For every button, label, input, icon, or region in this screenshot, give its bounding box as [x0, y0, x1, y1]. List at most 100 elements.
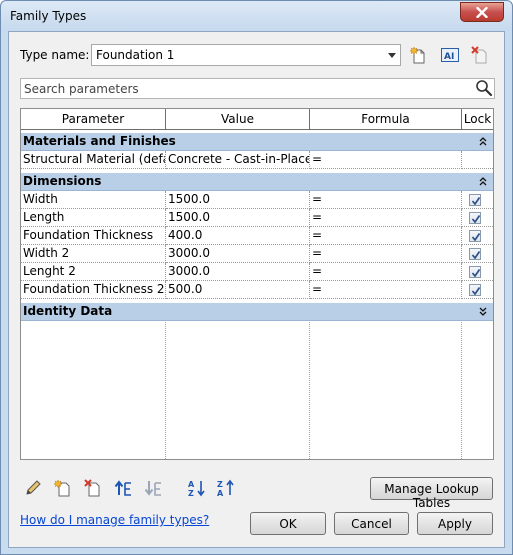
table-row: Lenght 2 3000.0 = [21, 263, 493, 281]
table-row: Length 1500.0 = [21, 209, 493, 227]
family-types-dialog: Family Types Type name: Foundation 1 AI [0, 0, 513, 555]
edit-parameter-button[interactable] [23, 478, 43, 498]
svg-text:A: A [188, 480, 195, 489]
manage-lookup-tables-button[interactable]: Manage Lookup Tables [370, 477, 493, 510]
pencil-icon [26, 480, 41, 495]
new-type-button[interactable] [409, 45, 429, 65]
chevron-down-icon [388, 53, 396, 58]
group-materials-and-finishes[interactable]: Materials and Finishes [21, 133, 493, 151]
move-parameter-down-button[interactable] [143, 478, 163, 498]
parameter-formula[interactable]: = [310, 263, 462, 281]
table-row: Structural Material (default) Concrete -… [21, 151, 493, 169]
group-dimensions[interactable]: Dimensions [21, 173, 493, 191]
close-icon [476, 6, 488, 18]
parameter-value[interactable]: 3000.0 [166, 263, 310, 281]
parameter-value[interactable]: 1500.0 [166, 209, 310, 227]
apply-button[interactable]: Apply [417, 512, 493, 535]
check-icon [471, 233, 481, 242]
parameters-grid: Parameter Value Formula Lock Materials a… [20, 108, 494, 460]
parameter-name: Width 2 [21, 245, 166, 263]
group-label: Materials and Finishes [23, 134, 176, 148]
column-header-formula[interactable]: Formula [310, 109, 462, 130]
rename-type-button[interactable]: AI [440, 45, 460, 65]
table-row: Width 2 3000.0 = [21, 245, 493, 263]
column-header-parameter[interactable]: Parameter [21, 109, 166, 130]
lock-checkbox[interactable] [469, 194, 481, 206]
check-icon [471, 269, 481, 278]
sort-descending-button[interactable]: Z A [216, 478, 236, 498]
check-icon [471, 215, 481, 224]
svg-text:Z: Z [188, 489, 194, 497]
column-divider [309, 322, 310, 459]
parameter-formula[interactable]: = [310, 281, 462, 299]
lock-checkbox[interactable] [469, 230, 481, 242]
table-row: Width 1500.0 = [21, 191, 493, 209]
column-divider [165, 322, 166, 459]
group-identity-data[interactable]: Identity Data [21, 303, 493, 321]
search-icon [476, 80, 493, 97]
new-type-icon [410, 46, 425, 64]
move-down-icon [144, 481, 161, 496]
title-bar: Family Types [1, 1, 512, 31]
delete-parameter-button[interactable] [83, 478, 103, 498]
parameter-value[interactable]: 3000.0 [166, 245, 310, 263]
search-parameters-input[interactable]: Search parameters [20, 78, 495, 99]
check-icon [471, 251, 481, 260]
cancel-button[interactable]: Cancel [334, 512, 409, 535]
check-icon [471, 197, 481, 206]
parameter-value[interactable]: Concrete - Cast-in-Place [166, 151, 310, 169]
move-parameter-up-button[interactable] [113, 478, 133, 498]
delete-parameter-icon [84, 479, 100, 497]
lock-checkbox[interactable] [469, 248, 481, 260]
column-header-lock[interactable]: Lock [462, 109, 493, 130]
new-parameter-icon [54, 479, 70, 497]
parameter-formula[interactable]: = [310, 209, 462, 227]
collapse-icon [479, 177, 487, 186]
rename-icon: AI [441, 48, 459, 62]
lock-checkbox[interactable] [469, 284, 481, 296]
sort-ascending-icon: A Z [188, 480, 205, 497]
window-title: Family Types [10, 9, 87, 23]
parameter-name: Length [21, 209, 166, 227]
parameter-formula[interactable]: = [310, 191, 462, 209]
parameter-formula[interactable]: = [310, 245, 462, 263]
ok-button[interactable]: OK [250, 512, 326, 535]
svg-text:Z: Z [217, 480, 223, 489]
delete-type-icon [471, 46, 487, 64]
lock-checkbox[interactable] [469, 266, 481, 278]
column-divider [461, 322, 462, 459]
parameter-formula[interactable]: = [310, 227, 462, 245]
group-label: Identity Data [23, 304, 113, 318]
parameter-name: Width [21, 191, 166, 209]
table-row: Foundation Thickness 2 500.0 = [21, 281, 493, 299]
parameter-value[interactable]: 1500.0 [166, 191, 310, 209]
delete-type-button[interactable] [470, 45, 490, 65]
help-link[interactable]: How do I manage family types? [20, 513, 209, 527]
check-icon [471, 287, 481, 296]
close-button[interactable] [460, 2, 504, 22]
svg-text:A: A [217, 489, 224, 497]
parameter-name: Structural Material (default) [21, 151, 166, 169]
new-parameter-button[interactable] [53, 478, 73, 498]
collapse-icon [479, 137, 487, 146]
parameter-formula[interactable]: = [310, 151, 462, 169]
svg-text:AI: AI [444, 52, 454, 62]
sort-ascending-button[interactable]: A Z [187, 478, 207, 498]
parameter-name: Foundation Thickness 2 [21, 281, 166, 299]
lock-cell [462, 151, 493, 169]
table-row: Foundation Thickness 400.0 = [21, 227, 493, 245]
type-name-label: Type name: [20, 48, 90, 62]
group-label: Dimensions [23, 174, 102, 188]
parameter-name: Lenght 2 [21, 263, 166, 281]
expand-icon [479, 307, 487, 316]
search-placeholder: Search parameters [24, 82, 139, 96]
column-header-value[interactable]: Value [166, 109, 310, 130]
move-up-icon [114, 480, 131, 496]
parameter-name: Foundation Thickness [21, 227, 166, 245]
sort-descending-icon: Z A [217, 479, 234, 497]
lock-checkbox[interactable] [469, 212, 481, 224]
type-name-dropdown[interactable]: Foundation 1 [91, 44, 401, 66]
dialog-body: Type name: Foundation 1 AI Search parame… [8, 31, 505, 548]
parameter-value[interactable]: 500.0 [166, 281, 310, 299]
parameter-value[interactable]: 400.0 [166, 227, 310, 245]
